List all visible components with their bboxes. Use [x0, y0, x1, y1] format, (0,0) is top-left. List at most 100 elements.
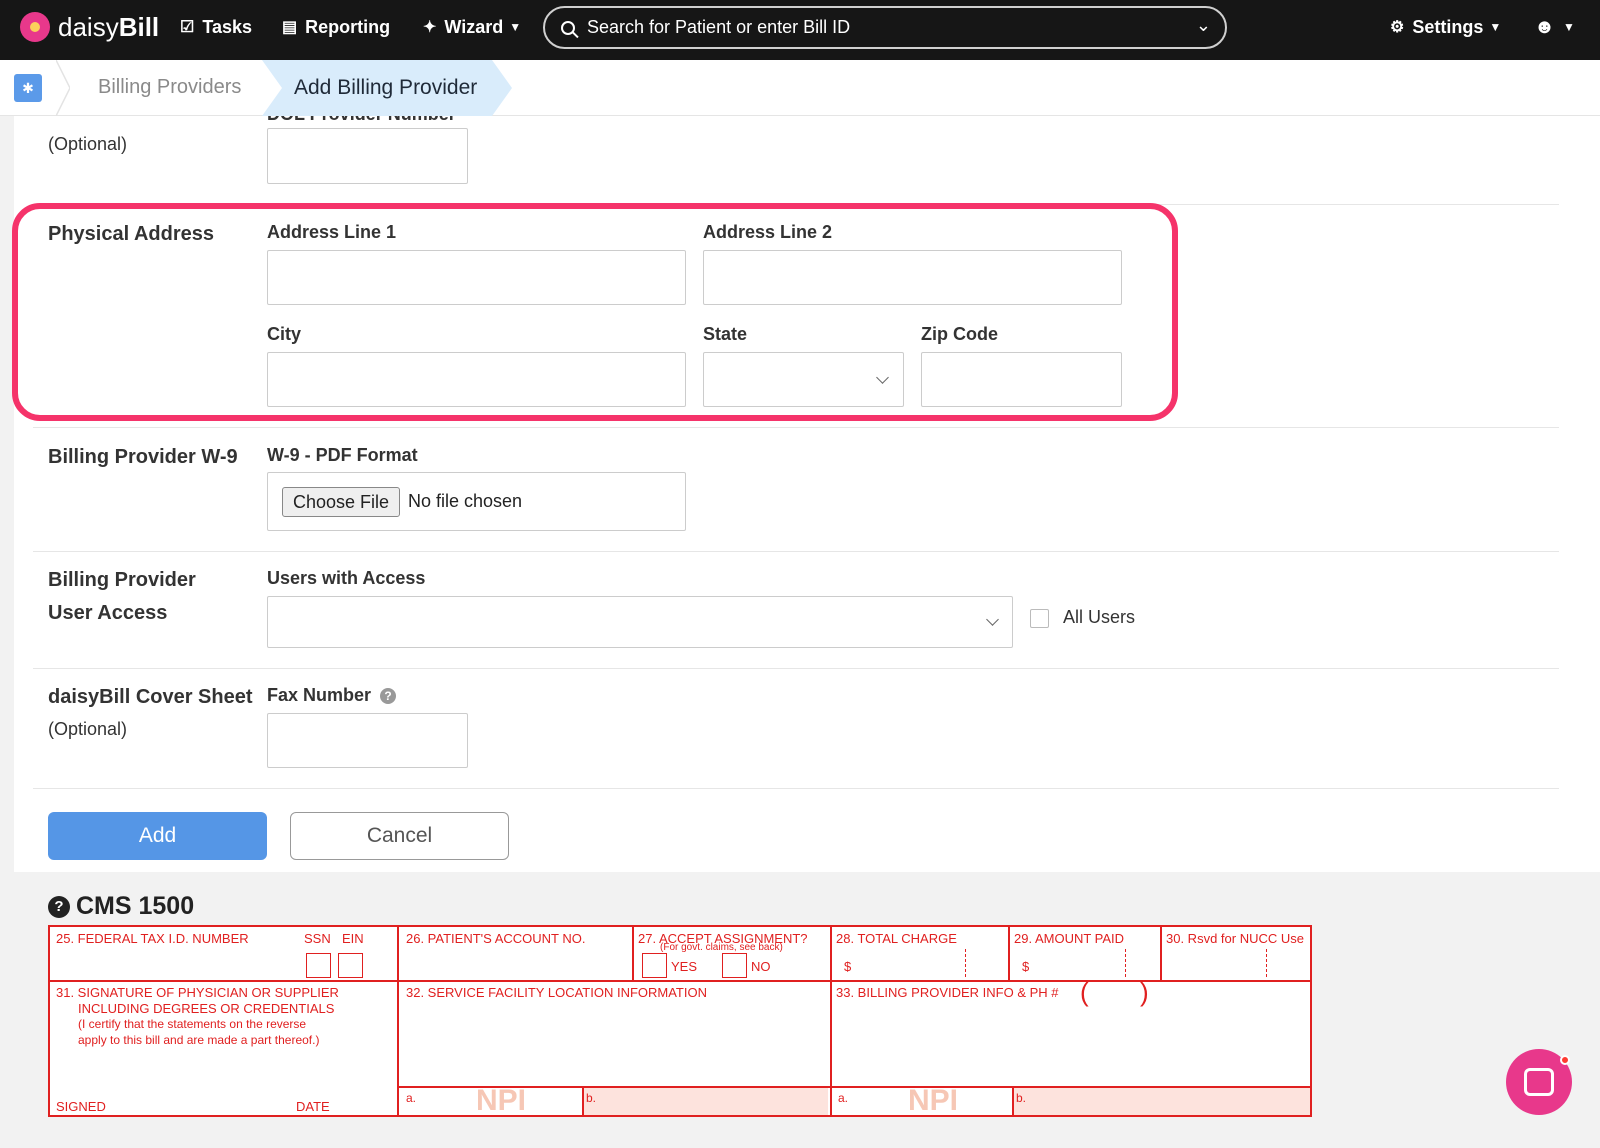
- chat-launcher-button[interactable]: [1506, 1049, 1572, 1115]
- w9-file-input[interactable]: Choose File No file chosen: [267, 472, 686, 531]
- npi-b-field: [582, 1088, 828, 1115]
- col-divider: [632, 927, 634, 980]
- highlight-outline: [12, 203, 1178, 421]
- bar-chart-icon: ▤: [282, 19, 298, 36]
- nav-reporting[interactable]: ▤ Reporting: [282, 0, 390, 54]
- divider: [33, 668, 1559, 669]
- nav-reporting-label: Reporting: [305, 16, 391, 37]
- signed-label: SIGNED: [56, 1099, 106, 1114]
- col-divider: [830, 927, 832, 1115]
- cents-divider: [1125, 949, 1126, 977]
- choose-file-button[interactable]: Choose File: [282, 487, 401, 517]
- col-divider: [1012, 1086, 1014, 1115]
- question-circle-icon[interactable]: ?: [48, 895, 70, 918]
- add-button[interactable]: Add: [48, 812, 267, 860]
- box33-npi: NPI: [908, 1084, 959, 1117]
- cms-box33b-label: CMS 1500 Box 33 b: [48, 116, 231, 126]
- nav-tasks[interactable]: ☑ Tasks: [180, 0, 252, 54]
- box31-line2: INCLUDING DEGREES OR CREDENTIALS: [78, 1001, 335, 1016]
- user-access-label-line1: Billing Provider: [48, 569, 196, 591]
- nav-settings[interactable]: ⚙ Settings ▼: [1390, 0, 1501, 54]
- nav-settings-label: Settings: [1412, 16, 1484, 37]
- box33-b: b.: [1016, 1091, 1027, 1105]
- col-divider: [1160, 927, 1162, 980]
- chat-bubble-icon: [1524, 1068, 1554, 1096]
- billing-home-icon[interactable]: ✱: [14, 74, 42, 102]
- box29-label: 29. AMOUNT PAID: [1014, 931, 1125, 946]
- brand-bold: Bill: [118, 11, 160, 42]
- chevron-down-icon: ▼: [509, 20, 522, 34]
- box27-sub: (For govt. claims, see back): [660, 942, 783, 953]
- dol-provider-number-input[interactable]: [267, 128, 468, 184]
- cancel-button[interactable]: Cancel: [290, 812, 509, 860]
- chevron-down-icon: [986, 613, 999, 626]
- user-menu[interactable]: ☻ ▼: [1534, 0, 1575, 54]
- fax-number-input[interactable]: [267, 713, 468, 768]
- divider: [33, 788, 1559, 789]
- chevron-down-icon: ▼: [1563, 20, 1575, 34]
- box25-label: 25. FEDERAL TAX I.D. NUMBER: [56, 931, 249, 946]
- clipboard-check-icon: ☑: [180, 19, 195, 36]
- daisybill-logo[interactable]: daisy Bill: [20, 0, 159, 54]
- phone-paren-open: (: [1080, 977, 1089, 1007]
- search-icon: [561, 20, 575, 35]
- cover-sheet-label: daisyBill Cover Sheet: [48, 686, 253, 708]
- col-divider: [1008, 927, 1010, 980]
- all-users-label: All Users: [1063, 607, 1136, 627]
- row-divider: [50, 980, 1310, 982]
- users-with-access-select[interactable]: [267, 596, 1013, 648]
- nav-wizard-label: Wizard: [444, 16, 504, 37]
- breadcrumb: ✱ Billing Providers Add Billing Provider: [0, 59, 1600, 117]
- fax-number-label: Fax Number ?: [267, 685, 397, 706]
- billing-provider-w9-label: Billing Provider W-9: [48, 446, 238, 468]
- box28-label: 28. TOTAL CHARGE: [836, 931, 957, 946]
- cms-title-text: CMS 1500: [76, 892, 195, 920]
- user-access-label-line2: User Access: [48, 602, 168, 624]
- nav-wizard[interactable]: ✦ Wizard ▼: [423, 0, 521, 54]
- all-users-checkbox[interactable]: [1030, 609, 1049, 628]
- dol-provider-number-label: DOL Provider Number: [267, 116, 456, 125]
- chevron-down-icon[interactable]: ⌄: [1196, 15, 1211, 36]
- no-checkbox: [722, 953, 747, 978]
- ein-checkbox: [338, 953, 363, 978]
- breadcrumb-billing-providers[interactable]: Billing Providers: [98, 76, 241, 99]
- divider: [33, 427, 1559, 428]
- box32-npi: NPI: [476, 1084, 527, 1117]
- w9-pdf-format-label: W-9 - PDF Format: [267, 445, 418, 465]
- users-with-access-label: Users with Access: [267, 568, 426, 588]
- user-circle-icon: ☻: [1534, 15, 1556, 38]
- box30-label: 30. Rsvd for NUCC Use: [1166, 931, 1304, 946]
- npi-b-field: [1014, 1088, 1310, 1115]
- box33-label: 33. BILLING PROVIDER INFO & PH #: [836, 985, 1059, 1000]
- box31-line4: apply to this bill and are made a part t…: [78, 1033, 320, 1047]
- no-label: NO: [751, 959, 771, 974]
- yes-checkbox: [642, 953, 667, 978]
- box32-label: 32. SERVICE FACILITY LOCATION INFORMATIO…: [406, 985, 707, 1000]
- cms-1500-form: 25. FEDERAL TAX I.D. NUMBER SSN EIN 26. …: [48, 925, 1312, 1117]
- phone-paren-close: ): [1140, 977, 1149, 1007]
- breadcrumb-current-label: Add Billing Provider: [294, 76, 478, 99]
- top-nav: daisy Bill ☑ Tasks ▤ Reporting ✦ Wizard ▼…: [0, 0, 1600, 60]
- no-file-chosen-text: No file chosen: [408, 491, 523, 511]
- cms-1500-title: ? CMS 1500: [48, 892, 194, 921]
- cut-off-row: CMS 1500 Box 33 b DOL Provider Number: [0, 116, 1600, 126]
- help-icon[interactable]: ?: [380, 688, 397, 705]
- search-input[interactable]: Search for Patient or enter Bill ID ⌄: [543, 6, 1227, 49]
- divider: [33, 551, 1559, 552]
- cents-divider: [965, 949, 966, 977]
- cents-divider: [1266, 949, 1267, 977]
- nav-tasks-label: Tasks: [202, 16, 253, 37]
- cover-sheet-optional: (Optional): [48, 719, 128, 739]
- brand-light: daisy: [58, 11, 119, 42]
- optional-note: (Optional): [48, 134, 128, 154]
- fax-number-text: Fax Number: [267, 685, 372, 705]
- box33-a: a.: [838, 1091, 849, 1105]
- notification-dot: [1560, 1055, 1570, 1065]
- daisy-flower-icon: [20, 12, 50, 42]
- box26-label: 26. PATIENT'S ACCOUNT NO.: [406, 931, 586, 946]
- col-divider: [397, 927, 399, 1115]
- magic-wand-icon: ✦: [423, 19, 437, 36]
- gear-icon: ⚙: [1390, 19, 1405, 36]
- breadcrumb-separator: [55, 59, 71, 117]
- box32-b: b.: [586, 1091, 597, 1105]
